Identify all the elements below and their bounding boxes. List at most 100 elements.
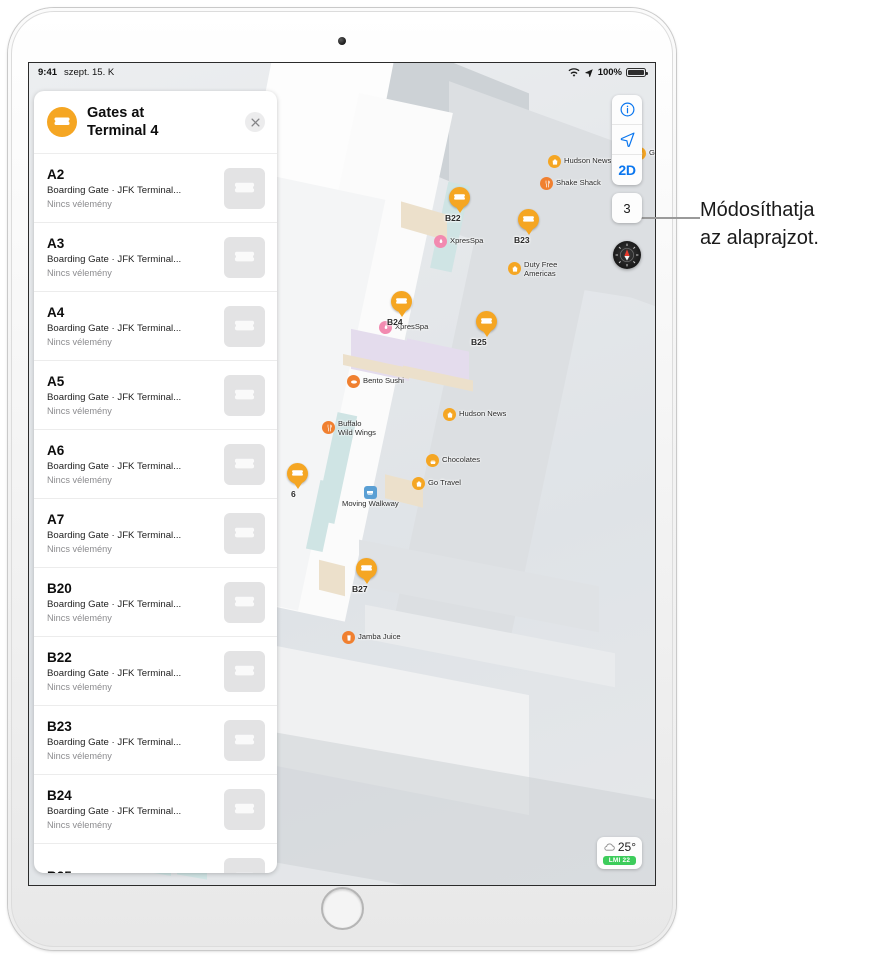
map-poi-shake-shack[interactable]: Shake Shack <box>540 177 601 190</box>
map-poi-label: Duty Free Americas <box>524 260 558 278</box>
callout-line-2: az alaprajzot. <box>700 227 819 250</box>
map-poi-jamba-juice[interactable]: Jamba Juice <box>342 631 401 644</box>
map-poi-buffalo-wild-wings[interactable]: Buffalo Wild Wings <box>322 419 376 437</box>
map-poi-label: Chocolates <box>442 455 480 465</box>
boarding-pass-thumbnail <box>224 167 265 209</box>
map-poi-duty-free[interactable]: Duty Free Americas <box>508 260 558 278</box>
map-pin-label: B24 <box>387 317 403 327</box>
gates-list[interactable]: A2 Boarding Gate · JFK Terminal... Nincs… <box>34 154 277 873</box>
close-icon <box>250 118 260 127</box>
gate-reviews: Nincs vélemény <box>47 337 112 348</box>
map-pin-b22[interactable] <box>449 187 470 213</box>
gate-reviews: Nincs vélemény <box>47 682 112 693</box>
weather-current: 25° <box>603 840 636 854</box>
battery-icon <box>626 67 648 78</box>
gate-subtitle: Boarding Gate · JFK Terminal... <box>47 185 182 197</box>
callout-annotation: Módosíthatja az alaprajzot. <box>700 196 880 253</box>
cloud-icon <box>604 843 615 851</box>
list-item[interactable]: A3 Boarding Gate · JFK Terminal... Nincs… <box>34 223 277 293</box>
map-compass[interactable] <box>613 241 641 269</box>
gate-reviews: Nincs vélemény <box>47 268 112 279</box>
map-poi-label: Go Travel <box>428 478 461 488</box>
list-item[interactable]: A5 Boarding Gate · JFK Terminal... Nincs… <box>34 361 277 431</box>
list-item-partial[interactable]: B25 <box>34 844 277 873</box>
restaurant-icon <box>540 177 553 190</box>
map-pin-b23[interactable] <box>518 209 539 235</box>
gate-name: B24 <box>47 788 72 804</box>
gate-reviews: Nincs vélemény <box>47 751 112 762</box>
gate-name: A7 <box>47 512 65 528</box>
gate-subtitle: Boarding Gate · JFK Terminal... <box>47 254 182 266</box>
map-poi-hudson-news-2[interactable]: Hudson News <box>443 408 506 421</box>
map-poi-moving-walkway[interactable]: Moving Walkway <box>342 486 399 509</box>
map-poi-label: Buffalo Wild Wings <box>338 419 376 437</box>
shopping-bag-icon <box>412 477 425 490</box>
map-locate-button[interactable] <box>612 125 642 155</box>
map-pin-b24[interactable] <box>391 291 412 317</box>
gate-reviews: Nincs vélemény <box>47 199 112 210</box>
gate-reviews: Nincs vélemény <box>47 544 112 555</box>
list-item[interactable]: B23 Boarding Gate · JFK Terminal... Ninc… <box>34 706 277 776</box>
map-pin-label: B25 <box>471 337 487 347</box>
map-poi-label: Jamba Juice <box>358 632 401 642</box>
boarding-pass-thumbnail <box>224 512 265 554</box>
shopping-bag-icon <box>443 408 456 421</box>
air-quality-badge: LMI 22 <box>602 856 636 865</box>
ipad-screen: B22 B23 B24 B25 B27 6 Hudson News Shake … <box>28 62 656 886</box>
map-poi-label: Hudson News <box>459 409 507 419</box>
boarding-pass-thumbnail <box>224 374 265 416</box>
list-item[interactable]: A6 Boarding Gate · JFK Terminal... Nincs… <box>34 430 277 500</box>
map-pin-b25[interactable] <box>476 311 497 337</box>
gate-subtitle: Boarding Gate · JFK Terminal... <box>47 668 182 680</box>
gate-name: A4 <box>47 305 65 321</box>
list-item[interactable]: B22 Boarding Gate · JFK Terminal... Ninc… <box>34 637 277 707</box>
spa-icon <box>434 235 447 248</box>
map-poi-label: Bento Sushi <box>363 376 404 386</box>
panel-header: Gates at Terminal 4 <box>34 91 277 155</box>
weather-badge[interactable]: 25° LMI 22 <box>596 837 642 869</box>
list-item[interactable]: A7 Boarding Gate · JFK Terminal... Nincs… <box>34 499 277 569</box>
list-item[interactable]: A2 Boarding Gate · JFK Terminal... Nincs… <box>34 154 277 224</box>
location-arrow-icon <box>585 68 593 77</box>
boarding-pass-thumbnail <box>224 443 265 485</box>
map-info-button[interactable] <box>612 95 642 125</box>
boarding-pass-thumbnail <box>224 857 265 873</box>
compass-icon <box>615 243 639 267</box>
shopping-bag-icon <box>508 262 521 275</box>
list-item[interactable]: B20 Boarding Gate · JFK Terminal... Ninc… <box>34 568 277 638</box>
front-camera <box>338 37 346 45</box>
boarding-pass-thumbnail <box>224 788 265 830</box>
map-poi-label: XpresSpa <box>450 236 484 246</box>
page-title: Gates at Terminal 4 <box>87 105 159 140</box>
list-item[interactable]: A4 Boarding Gate · JFK Terminal... Nincs… <box>34 292 277 362</box>
map-poi-bento-sushi[interactable]: Bento Sushi <box>347 375 404 388</box>
map-poi-chocolates[interactable]: Chocolates <box>426 454 480 467</box>
map-poi-label: Shake Shack <box>556 178 601 188</box>
map-floor-selector[interactable]: 3 <box>612 193 642 223</box>
map-pin-label: B27 <box>352 584 368 594</box>
map-pin-b26[interactable] <box>287 463 308 489</box>
gate-name: A5 <box>47 374 65 390</box>
gate-name: A2 <box>47 167 65 183</box>
weather-temperature: 25° <box>617 840 636 854</box>
map-poi-xprespa-1[interactable]: XpresSpa <box>434 235 483 248</box>
gate-reviews: Nincs vélemény <box>47 406 112 417</box>
gate-subtitle: Boarding Gate · JFK Terminal... <box>47 461 182 473</box>
map-dimension-button[interactable]: 2D <box>612 155 642 185</box>
boarding-pass-thumbnail <box>224 581 265 623</box>
map-poi-label: Hudson News <box>564 156 612 166</box>
gate-name: A3 <box>47 236 65 252</box>
map-poi-go-travel[interactable]: Go Travel <box>412 477 461 490</box>
close-button[interactable] <box>245 112 265 133</box>
shopping-bag-icon <box>548 155 561 168</box>
gate-reviews: Nincs vélemény <box>47 475 112 486</box>
map-poi-label: Gri <box>649 148 655 158</box>
gate-name: B23 <box>47 719 72 735</box>
gate-subtitle: Boarding Gate · JFK Terminal... <box>47 599 182 611</box>
gate-subtitle: Boarding Gate · JFK Terminal... <box>47 323 182 335</box>
home-button[interactable] <box>320 887 364 930</box>
gates-results-panel: Gates at Terminal 4 A2 Boarding Gate · JF… <box>34 91 277 873</box>
map-pin-b27[interactable] <box>356 558 377 584</box>
map-poi-hudson-news[interactable]: Hudson News <box>548 155 611 168</box>
list-item[interactable]: B24 Boarding Gate · JFK Terminal... Ninc… <box>34 775 277 845</box>
